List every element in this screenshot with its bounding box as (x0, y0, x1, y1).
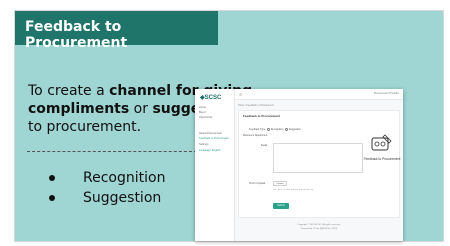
upload-label: Proof of upload (249, 182, 266, 185)
detail-textarea[interactable] (273, 143, 363, 173)
feedback-icon-label: Feedback to Procurement (363, 157, 401, 161)
bullet-item-recognition: Recognition (43, 168, 165, 188)
nav-item-language[interactable]: Language: English (199, 149, 233, 153)
form-title: Feedback to Procurement (243, 114, 280, 118)
feedback-type-label: Feedback Type (249, 128, 266, 131)
app-topbar: ☰ Procurement Provider (235, 89, 403, 100)
app-main: Home / Feedback to Procurement Feedback … (235, 100, 403, 241)
feedback-form-icon (371, 134, 392, 151)
menu-icon[interactable]: ☰ (239, 92, 243, 97)
logo-text: SCSC (204, 95, 222, 101)
bullet-label: Recognition (83, 170, 166, 186)
user-menu[interactable]: Procurement Provider (374, 92, 399, 95)
nav-item-home[interactable]: Home (199, 106, 233, 110)
breadcrumb: Home / Feedback to Procurement (238, 104, 274, 107)
radio-recognition[interactable] (267, 128, 270, 131)
slide-title: Feedback to Procurement (25, 19, 128, 51)
submit-button[interactable]: Submit (273, 203, 289, 209)
slide: Feedback to Procurement To create a chan… (14, 10, 444, 242)
nav-item-feedback[interactable]: Feedback to Procurement (199, 137, 233, 141)
intro-pre: To create a (28, 83, 110, 99)
bullet-list: Recognition Suggestion (43, 168, 165, 208)
app-logo: ◆SCSC (200, 94, 221, 101)
nav-item-award[interactable]: Award Procurement (199, 132, 233, 136)
title-bar: Feedback to Procurement (15, 11, 218, 51)
nav-item-buyer[interactable]: Buyer (199, 111, 233, 115)
intro-mid: or (129, 101, 153, 117)
radio-suggestion-label: Suggestion (288, 128, 301, 131)
bullet-label: Suggestion (83, 190, 162, 206)
dashed-divider (27, 151, 197, 152)
upload-button[interactable]: Upload (273, 181, 287, 186)
footer-powered: Powered by IT Unit (BEKSI No. 1879) (300, 227, 338, 230)
bullet-dot (49, 175, 55, 181)
feedback-type-row: Feedback Type Recognition Suggestion (249, 128, 301, 131)
app-footer: Copyright © 2023 SCSC. All rights reserv… (235, 224, 403, 231)
intro-post: to procurement. (28, 119, 142, 135)
bullet-item-suggestion: Suggestion (43, 188, 165, 208)
radio-suggestion[interactable] (285, 128, 288, 131)
nav-item-settings[interactable]: Settings (199, 143, 233, 147)
feedback-form-card: Feedback to Procurement Feedback Type Re… (238, 110, 400, 218)
app-screenshot: ◆SCSC Home Buyer Opportunity Award Procu… (195, 89, 403, 241)
app-sidebar: ◆SCSC Home Buyer Opportunity Award Procu… (195, 89, 235, 241)
reference-label: Reference Department (243, 134, 268, 137)
upload-hint: .doc .docx .xls .xlsx .pdf .jpg .png .gi… (273, 189, 314, 191)
detail-label: Detail (261, 144, 268, 147)
nav-item-opportunity[interactable]: Opportunity (199, 116, 233, 120)
radio-recognition-label: Recognition (270, 128, 284, 131)
bullet-dot (49, 195, 55, 201)
